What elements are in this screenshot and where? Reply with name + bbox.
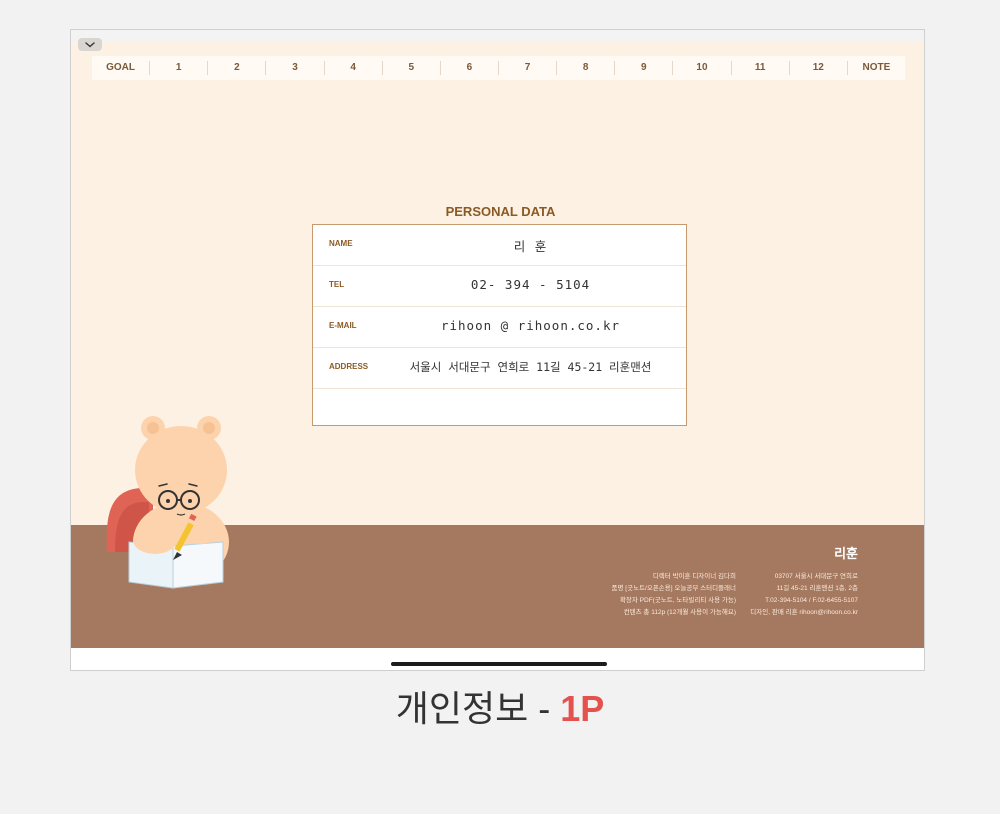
tab-month-12[interactable]: 12 (790, 61, 848, 75)
email-label: E-MAIL (329, 321, 357, 330)
email-row[interactable]: E-MAIL rihoon @ rihoon.co.kr (313, 307, 686, 348)
tab-month-11[interactable]: 11 (732, 61, 790, 75)
tel-row[interactable]: TEL 02- 394 - 5104 (313, 266, 686, 307)
tab-month-3[interactable]: 3 (266, 61, 325, 75)
company-address: 03707 서울시 서대문구 연희로 11길 45-21 리훈맨션 1층, 2층… (750, 571, 858, 619)
tab-month-8[interactable]: 8 (557, 61, 616, 75)
top-strip (71, 30, 924, 42)
email-value: rihoon @ rihoon.co.kr (440, 318, 621, 333)
tab-month-4[interactable]: 4 (325, 61, 383, 75)
bear-studying-illustration (106, 416, 229, 589)
brand-logo: 리훈 (834, 546, 858, 561)
tablet-frame: GOAL 1 2 3 4 5 6 7 8 9 10 11 12 NOTE PER… (70, 29, 925, 671)
chevron-down-icon (85, 41, 95, 47)
address-value: 서울시 서대문구 연희로 11길 45-21 리훈맨션 (409, 360, 652, 374)
credit-line: 컨텐츠 총 112p (12개월 사용이 가능해요) (623, 609, 736, 616)
address-line: 03707 서울시 서대문구 연희로 (774, 573, 858, 580)
tel-value: 02- 394 - 5104 (470, 277, 591, 292)
address-line: T.02-394-5104 / F.02-6455-5107 (765, 597, 858, 604)
tab-month-2[interactable]: 2 (208, 61, 267, 75)
month-tab-bar: GOAL 1 2 3 4 5 6 7 8 9 10 11 12 NOTE (92, 56, 905, 80)
credit-line: 디렉터 박이훈 디자이너 김다희 (652, 573, 736, 580)
tab-month-5[interactable]: 5 (383, 61, 441, 75)
planner-page: GOAL 1 2 3 4 5 6 7 8 9 10 11 12 NOTE PER… (71, 42, 924, 648)
credit-line: 확장자 PDF(굿노트, 노타빌리티 사용 가능) (619, 597, 736, 604)
tab-month-6[interactable]: 6 (441, 61, 499, 75)
address-line: 11길 45-21 리훈맨션 1층, 2층 (776, 585, 859, 592)
tab-note[interactable]: NOTE (848, 61, 905, 75)
home-indicator[interactable] (391, 662, 607, 666)
personal-data-title: PERSONAL DATA (445, 204, 556, 219)
name-value: 리 훈 (513, 239, 548, 254)
address-label: ADDRESS (329, 362, 369, 371)
tab-month-1[interactable]: 1 (150, 61, 209, 75)
caption-text: 개인정보 - (395, 688, 561, 729)
collapse-button[interactable] (78, 38, 102, 51)
tab-month-9[interactable]: 9 (615, 61, 674, 75)
name-row[interactable]: NAME 리 훈 (313, 225, 686, 266)
tab-month-7[interactable]: 7 (499, 61, 558, 75)
empty-row[interactable] (313, 389, 686, 427)
tab-goal[interactable]: GOAL (92, 61, 151, 75)
tab-month-10[interactable]: 10 (673, 61, 732, 75)
product-credits: 디렉터 박이훈 디자이너 김다희 품명 [굿노트/오픈손용] 오늘공부 스터디플… (612, 571, 736, 619)
address-line: 디자인, 판매 리훈 rihoon@rihoon.co.kr (750, 609, 858, 616)
caption-accent: 1P (560, 688, 605, 729)
address-row[interactable]: ADDRESS 서울시 서대문구 연희로 11길 45-21 리훈맨션 (313, 348, 686, 389)
page-caption: 개인정보 - 1P (0, 680, 1000, 732)
personal-data-table: NAME 리 훈 TEL 02- 394 - 5104 E-MAIL rihoo… (312, 224, 687, 426)
name-label: NAME (329, 239, 353, 248)
tel-label: TEL (329, 280, 345, 289)
credit-line: 품명 [굿노트/오픈손용] 오늘공부 스터디플래너 (611, 585, 736, 592)
